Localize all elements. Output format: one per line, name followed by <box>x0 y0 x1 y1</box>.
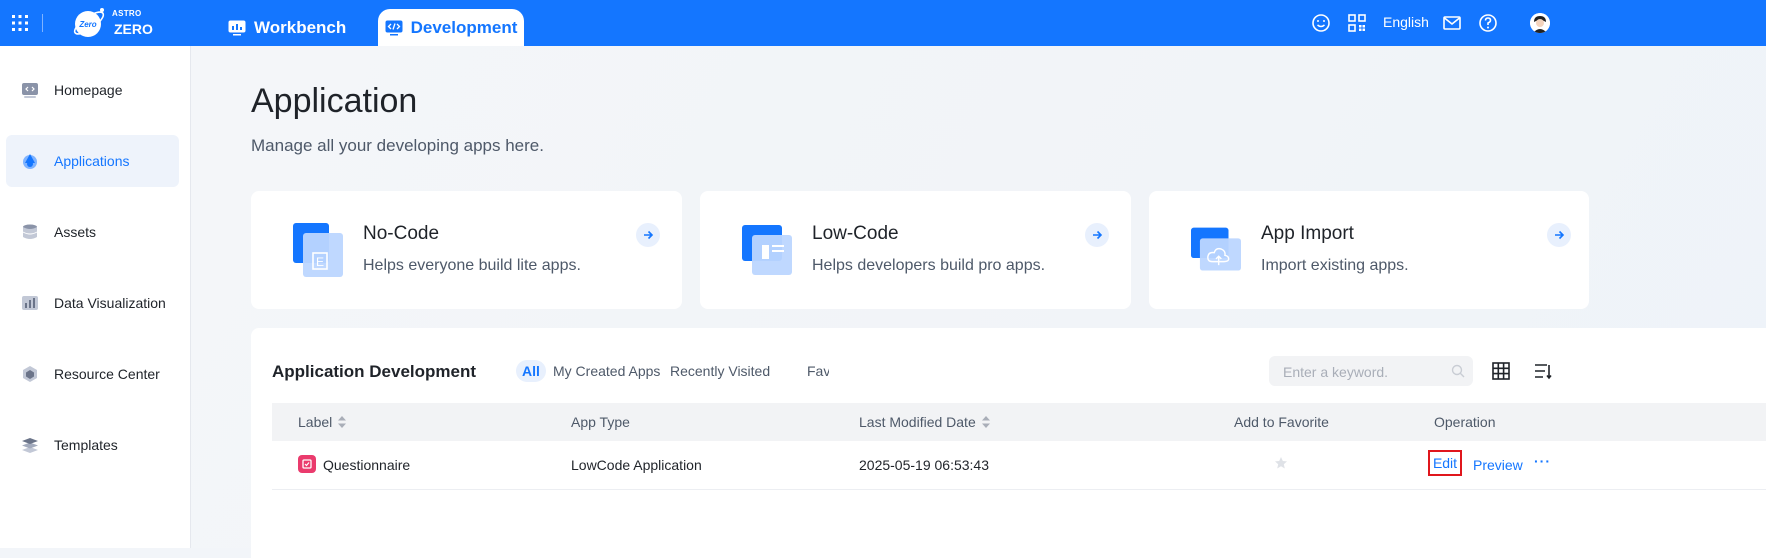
more-actions-button[interactable]: ··· <box>1534 453 1551 469</box>
topbar-divider <box>42 14 43 32</box>
search-icon[interactable] <box>1451 364 1465 378</box>
sidebar-item-data-visualization[interactable]: Data Visualization <box>6 277 179 329</box>
arrow-right-icon[interactable] <box>1547 223 1571 247</box>
filter-recently-visited[interactable]: Recently Visited <box>670 360 770 382</box>
user-avatar-icon <box>1530 13 1550 33</box>
brand-line2: ZERO <box>114 21 153 37</box>
application-development-panel: Application Development All My Created A… <box>251 328 1766 558</box>
qr-code-icon[interactable] <box>1347 13 1367 33</box>
column-label-text: Label <box>298 414 333 430</box>
column-app-type: App Type <box>571 414 630 430</box>
sidebar-item-label: Resource Center <box>54 366 160 382</box>
table-header: Label App Type Last Modified Date Add to… <box>272 403 1766 441</box>
arrow-right-icon[interactable] <box>636 223 660 247</box>
tab-development[interactable]: Development <box>378 9 524 46</box>
sidebar-item-templates[interactable]: Templates <box>6 419 179 471</box>
tab-workbench-label: Workbench <box>254 17 347 37</box>
card-description: Import existing apps. <box>1261 257 1409 274</box>
favorite-star-icon[interactable] <box>1274 456 1288 470</box>
smiley-feedback-icon[interactable] <box>1311 13 1331 33</box>
filter-all[interactable]: All <box>516 360 546 382</box>
filter-my-created-apps[interactable]: My Created Apps <box>553 360 660 382</box>
no-code-card[interactable]: E No-Code Helps everyone build lite apps… <box>251 191 682 309</box>
sidebar-item-label: Homepage <box>54 82 123 98</box>
sidebar: Homepage Applications Assets Data Visual… <box>0 46 191 548</box>
card-title: App Import <box>1261 223 1354 244</box>
questionnaire-app-icon <box>298 455 316 473</box>
table-row: Questionnaire LowCode Application 2025-0… <box>272 441 1766 490</box>
arrow-right-icon[interactable] <box>1085 223 1109 247</box>
card-description: Helps everyone build lite apps. <box>363 257 581 274</box>
zero-logo-icon: Zero <box>73 8 105 37</box>
mail-icon[interactable] <box>1442 13 1462 33</box>
preview-button[interactable]: Preview <box>1473 457 1523 473</box>
resource-icon <box>23 366 37 382</box>
sidebar-item-homepage[interactable]: Homepage <box>6 64 179 116</box>
code-icon <box>385 20 403 35</box>
grid-view-icon[interactable] <box>1492 362 1510 380</box>
language-selector[interactable]: English <box>1383 14 1429 30</box>
edit-button[interactable]: Edit <box>1428 450 1462 476</box>
panel-title: Application Development <box>272 362 477 381</box>
row-label[interactable]: Questionnaire <box>323 457 410 473</box>
applications-icon <box>23 154 37 169</box>
sort-icon[interactable] <box>338 416 347 428</box>
low-code-card[interactable]: Low-Code Helps developers build pro apps… <box>700 191 1131 309</box>
tab-development-label: Development <box>410 17 518 37</box>
brand-line1: ASTRO <box>112 9 142 18</box>
row-app-type: LowCode Application <box>571 457 702 473</box>
tab-workbench[interactable]: Workbench <box>228 9 346 46</box>
main-content: Application Manage all your developing a… <box>191 46 1766 558</box>
cloud-import-icon <box>1191 227 1241 271</box>
search-box[interactable] <box>1269 356 1473 388</box>
sidebar-item-assets[interactable]: Assets <box>6 206 179 258</box>
column-operation-text: Operation <box>1434 414 1496 430</box>
svg-text:Zero: Zero <box>78 20 96 29</box>
column-add-to-favorite: Add to Favorite <box>1234 414 1329 430</box>
astro-zero-logo[interactable]: Zero ASTRO ZERO <box>72 6 162 40</box>
no-code-icon: E <box>293 223 343 277</box>
page-title: Application <box>251 82 418 120</box>
column-app-type-text: App Type <box>571 414 630 430</box>
sidebar-item-applications[interactable]: Applications <box>6 135 179 187</box>
column-add-to-favorite-text: Add to Favorite <box>1234 414 1329 430</box>
sort-icon[interactable] <box>981 416 990 428</box>
sidebar-item-label: Data Visualization <box>54 295 166 311</box>
help-icon[interactable] <box>1478 13 1498 33</box>
search-input[interactable] <box>1269 356 1455 388</box>
app-import-card[interactable]: App Import Import existing apps. <box>1149 191 1589 309</box>
sidebar-item-resource-center[interactable]: Resource Center <box>6 348 179 400</box>
code-page-icon <box>22 83 38 98</box>
column-last-modified[interactable]: Last Modified Date <box>859 414 990 430</box>
workbench-icon <box>228 20 246 35</box>
column-last-modified-text: Last Modified Date <box>859 414 976 430</box>
sidebar-item-label: Assets <box>54 224 97 240</box>
svg-text:E: E <box>316 255 324 269</box>
card-title: No-Code <box>363 223 440 244</box>
row-last-modified: 2025-05-19 06:53:43 <box>859 457 989 473</box>
sidebar-item-label: Applications <box>54 153 130 169</box>
column-operation: Operation <box>1434 414 1495 430</box>
column-label[interactable]: Label <box>298 414 347 430</box>
page-subtitle: Manage all your developing apps here. <box>251 136 544 155</box>
app-grid-icon[interactable] <box>12 15 28 31</box>
templates-icon <box>22 438 38 453</box>
sidebar-item-label: Templates <box>54 437 118 453</box>
top-navigation-bar: Zero ASTRO ZERO Workbench Development En… <box>0 0 1766 46</box>
filter-favorites-label: Favorites <box>807 363 829 379</box>
user-avatar[interactable] <box>1530 13 1550 33</box>
assets-icon <box>22 224 38 239</box>
low-code-icon <box>742 225 792 275</box>
card-description: Helps developers build pro apps. <box>812 257 1046 274</box>
card-title: Low-Code <box>812 223 899 244</box>
edit-link-text: Edit <box>1432 455 1458 471</box>
chart-icon <box>22 296 38 310</box>
list-sort-icon[interactable] <box>1534 362 1552 380</box>
